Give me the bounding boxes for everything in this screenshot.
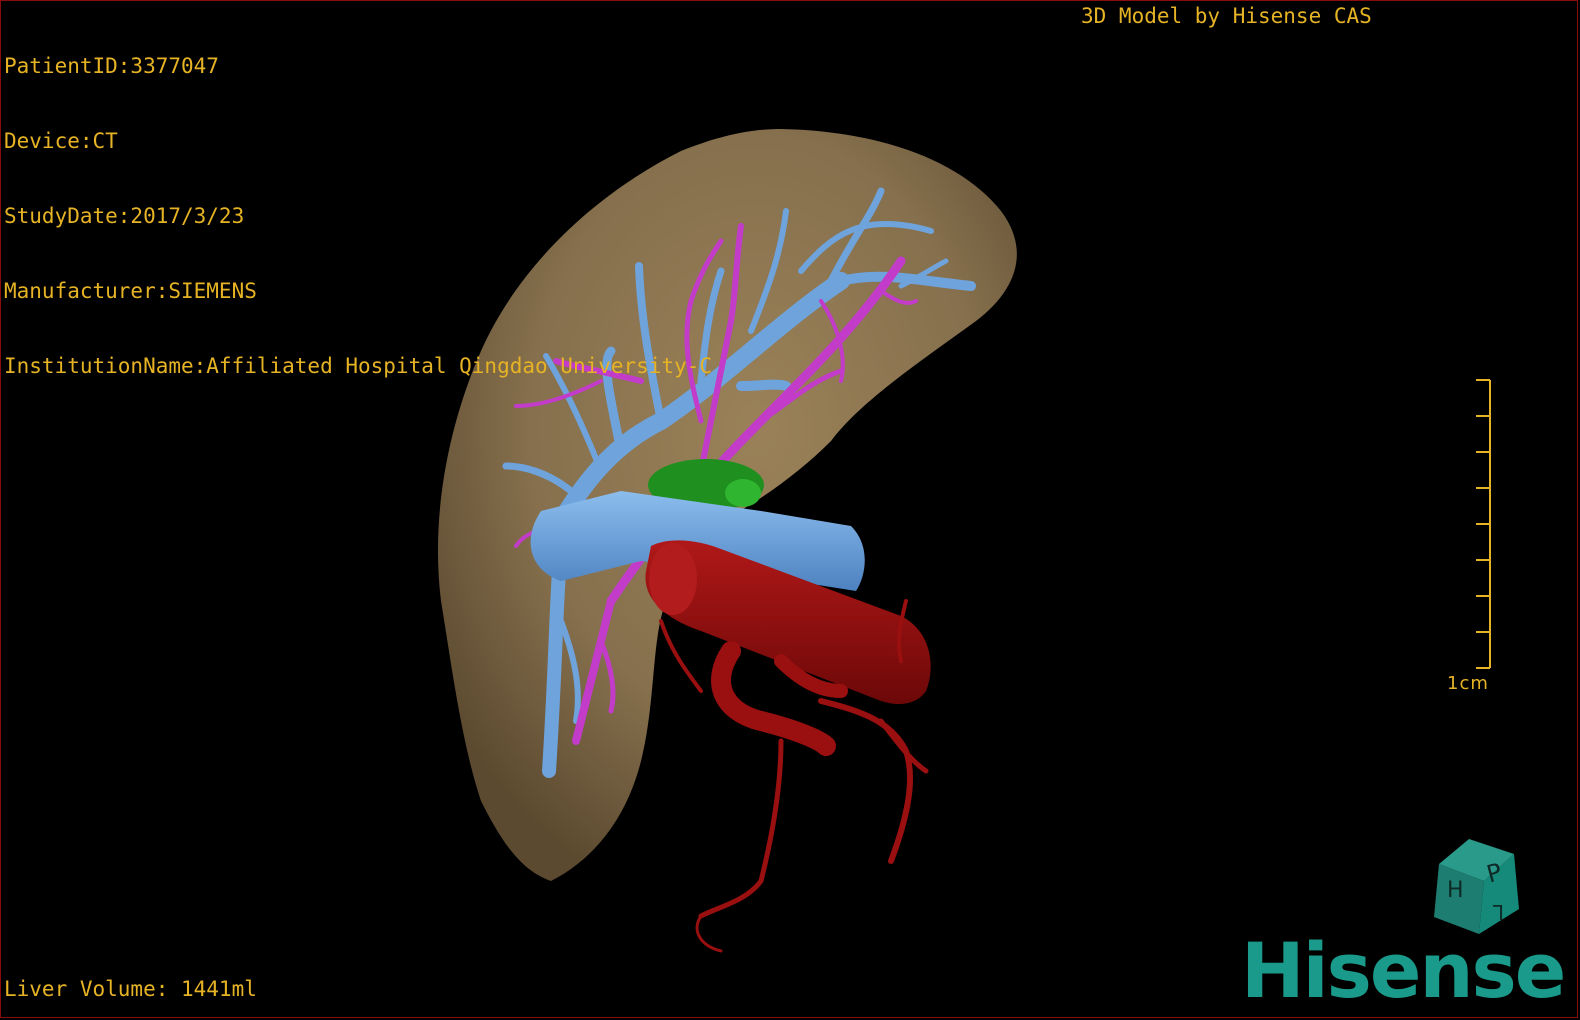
- cube-face-h: H: [1447, 878, 1464, 903]
- device: Device:CT: [4, 129, 118, 153]
- liver-volume-readout: Liver Volume: 1441ml: [4, 977, 257, 1001]
- scale-bar: [1476, 379, 1491, 669]
- institution-name: InstitutionName:Affiliated Hospital Qing…: [4, 354, 713, 378]
- dicom-info-overlay: PatientID:3377047 Device:CT StudyDate:20…: [4, 4, 712, 429]
- gallbladder-highlight: [725, 479, 761, 507]
- manufacturer: Manufacturer:SIEMENS: [4, 279, 257, 303]
- model-credit: 3D Model by Hisense CAS: [1081, 4, 1372, 28]
- orientation-cube[interactable]: H P L: [1419, 839, 1529, 939]
- 3d-viewport[interactable]: PatientID:3377047 Device:CT StudyDate:20…: [0, 0, 1578, 1018]
- cube-face-l: L: [1492, 900, 1504, 924]
- hisense-logo: Hisense: [1241, 926, 1566, 1015]
- study-date: StudyDate:2017/3/23: [4, 204, 245, 228]
- patient-id: PatientID:3377047: [4, 54, 219, 78]
- scale-bar-label: 1cm: [1447, 673, 1489, 694]
- aorta-opening: [649, 543, 697, 615]
